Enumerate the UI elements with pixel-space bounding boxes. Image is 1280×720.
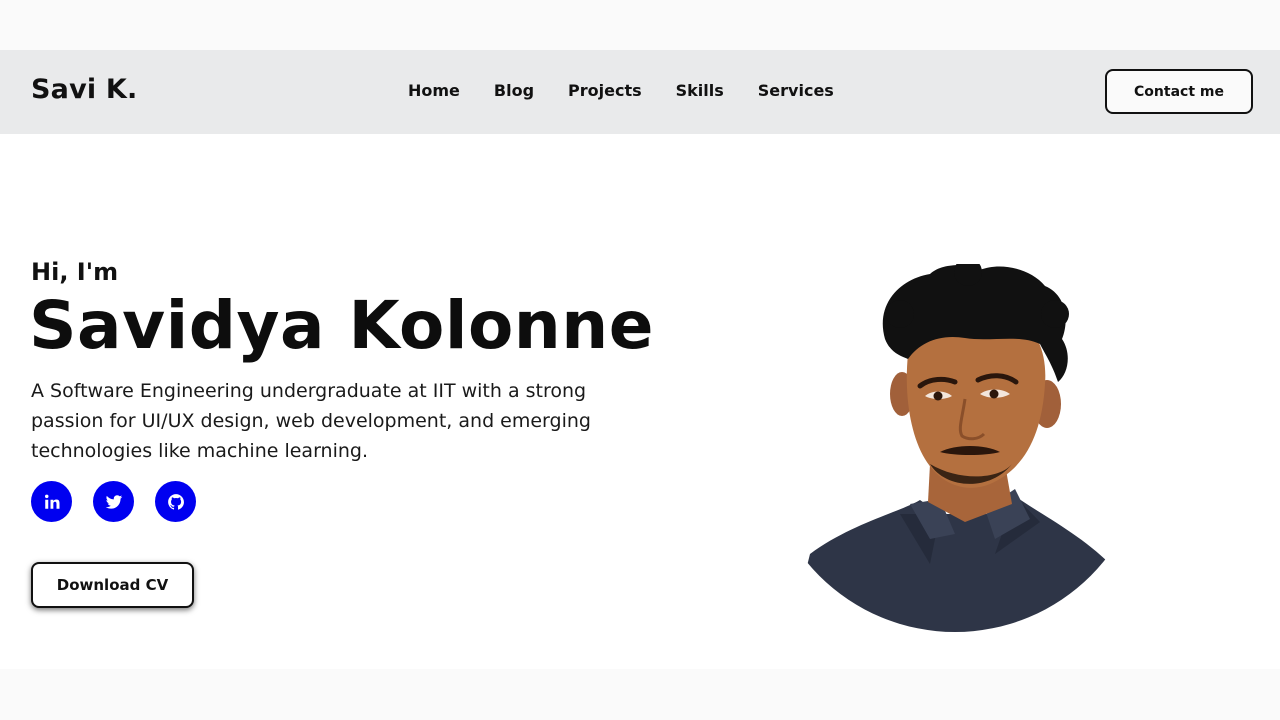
hero-bio: A Software Engineering undergraduate at … — [31, 380, 591, 462]
nav-link-skills[interactable]: Skills — [676, 81, 724, 100]
contact-button[interactable]: Contact me — [1105, 69, 1253, 114]
hero-greeting: Hi, I'm — [31, 258, 119, 286]
hero-section: Hi, I'm Savidya Kolonne A Software Engin… — [0, 134, 1280, 669]
brand-logo[interactable]: Savi K. — [31, 74, 138, 105]
nav-link-services[interactable]: Services — [758, 81, 834, 100]
nav-link-blog[interactable]: Blog — [494, 81, 534, 100]
nav-links: Home Blog Projects Skills Services — [408, 81, 868, 100]
nav-link-projects[interactable]: Projects — [568, 81, 642, 100]
download-cv-button[interactable]: Download CV — [31, 562, 194, 608]
social-links — [31, 481, 196, 522]
github-icon — [167, 493, 184, 510]
profile-photo — [790, 264, 1110, 632]
linkedin-link[interactable] — [31, 481, 72, 522]
github-link[interactable] — [155, 481, 196, 522]
nav-link-home[interactable]: Home — [408, 81, 460, 100]
navbar: Savi K. Home Blog Projects Skills Servic… — [0, 50, 1280, 134]
hero-name: Savidya Kolonne — [29, 287, 655, 364]
page: Savi K. Home Blog Projects Skills Servic… — [0, 0, 1280, 720]
linkedin-icon — [44, 494, 59, 509]
twitter-icon — [105, 494, 122, 509]
twitter-link[interactable] — [93, 481, 134, 522]
